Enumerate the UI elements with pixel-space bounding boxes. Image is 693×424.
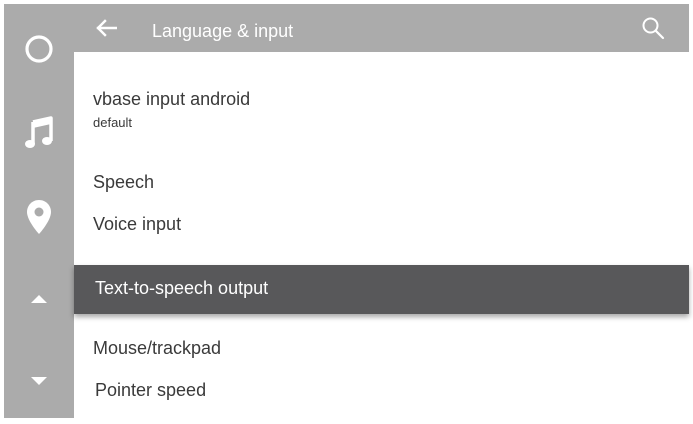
music-note-icon [24,116,54,150]
app-bar: Language & input [74,4,689,52]
search-button[interactable] [639,16,667,44]
navigation-button[interactable] [4,194,74,240]
back-button[interactable] [92,16,120,44]
list-item-title: Voice input [93,214,182,234]
scroll-down-button[interactable] [4,366,74,396]
scroll-up-button[interactable] [4,284,74,314]
arrow-left-icon [95,18,118,42]
chevron-up-icon [30,294,48,304]
list-item-title: vbase input android [93,89,251,109]
settings-list: vbase input android default Speech Voice… [74,52,689,418]
screen: Language & input vbase input android def… [0,0,693,424]
navigation-rail [4,4,74,418]
list-item-title: Text-to-speech output [95,278,269,298]
list-item-voice-input[interactable]: Voice input [74,204,689,248]
page-title: Language & input [152,21,294,41]
list-item-speech[interactable]: Speech [74,160,689,204]
list-item-mouse-trackpad[interactable]: Mouse/trackpad [74,328,689,370]
search-icon [641,16,665,45]
chevron-down-icon [30,376,48,386]
music-button[interactable] [4,112,74,154]
list-item-input-method[interactable]: vbase input android default [74,72,689,138]
list-item-title: Mouse/trackpad [93,338,222,358]
circle-icon [24,34,54,64]
list-item-text-to-speech[interactable]: Text-to-speech output [74,265,689,314]
list-item-title: Pointer speed [95,380,207,400]
list-item-title: Speech [93,172,155,192]
home-button[interactable] [4,28,74,70]
list-item-subtitle: default [93,115,133,130]
list-item-pointer-speed[interactable]: Pointer speed [74,370,689,414]
location-pin-icon [26,199,52,235]
